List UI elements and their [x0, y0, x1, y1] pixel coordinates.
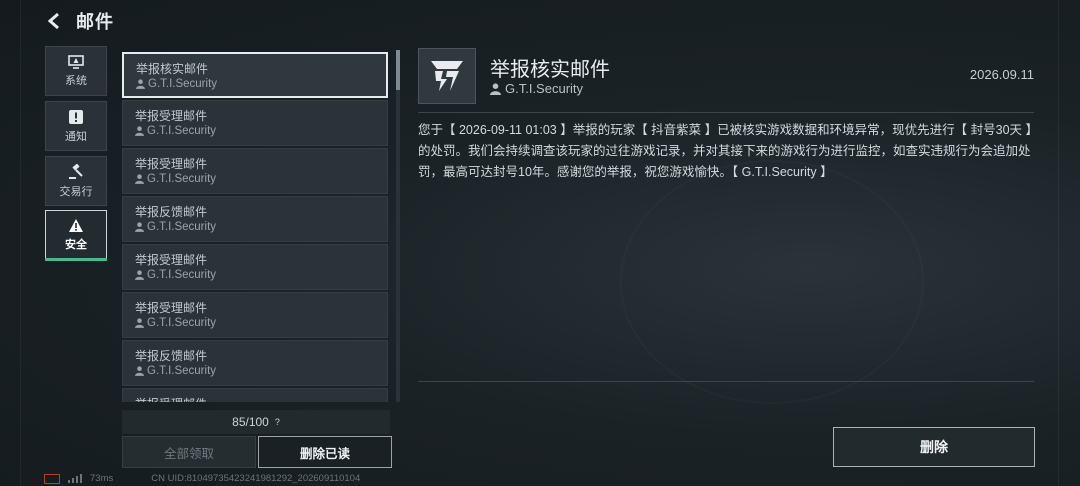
detail-divider: [418, 381, 1034, 382]
user-icon: [136, 79, 145, 89]
mail-sender: G.T.I.Security: [136, 78, 217, 90]
mail-list[interactable]: 举报核实邮件 G.T.I.Security 举报受理邮件 G.T.I.Security…: [122, 50, 390, 402]
mail-sender-name: G.T.I.Security: [147, 221, 217, 233]
mail-sender: G.T.I.Security: [135, 221, 216, 233]
mail-sender-name: G.T.I.Security: [147, 365, 217, 377]
mail-sender-name: G.T.I.Security: [147, 269, 217, 281]
delete-mail-button[interactable]: 删除: [833, 427, 1035, 467]
category-security[interactable]: 安全: [45, 210, 107, 260]
mail-list-item[interactable]: 举报受理邮件 G.T.I.Security: [122, 100, 388, 146]
mail-body: 您于【 2026-09-11 01:03 】举报的玩家【 抖音紫菜 】已被核实游…: [418, 123, 1032, 179]
user-icon: [135, 174, 144, 184]
mail-sender: G.T.I.Security: [135, 125, 216, 137]
user-icon: [135, 270, 144, 280]
mail-subject: 举报受理邮件: [135, 301, 208, 315]
mailbox-count: 85/100: [232, 415, 269, 429]
security-logo-icon: [431, 61, 463, 91]
back-arrow-icon[interactable]: [44, 10, 66, 32]
mail-sender: G.T.I.Security: [135, 317, 216, 329]
mail-list-item[interactable]: 举报受理邮件 G.T.I.Security: [122, 244, 388, 290]
warning-icon: [69, 219, 83, 232]
sender-name: G.T.I.Security: [505, 81, 584, 96]
mail-list-item[interactable]: 举报受理邮件 G.T.I.Security: [122, 148, 388, 194]
mail-sender: G.T.I.Security: [135, 269, 216, 281]
mail-sender-name: G.T.I.Security: [147, 173, 217, 185]
category-trade[interactable]: 交易行: [45, 156, 107, 206]
mail-list-item[interactable]: 举报受理邮件G.T.I.Security: [122, 388, 388, 402]
gavel-icon: [69, 163, 83, 179]
category-label: 安全: [65, 239, 87, 251]
status-footer: 73ms CN UID:810497354232419812​92_202609…: [44, 473, 360, 484]
ping-text: 73ms: [90, 473, 114, 484]
collect-all-button[interactable]: 全部领取: [122, 436, 256, 468]
monitor-icon: [68, 54, 84, 69]
user-icon: [490, 82, 501, 95]
sender-logo: [418, 48, 476, 104]
alert-box-icon: [69, 109, 83, 124]
page-header: 邮件: [44, 8, 114, 34]
category-label: 系统: [65, 74, 87, 87]
mail-list-item[interactable]: 举报反馈邮件 G.T.I.Security: [122, 340, 388, 386]
user-icon: [135, 222, 144, 232]
signal-icon: [68, 474, 82, 483]
mail-sender: G.T.I.Security: [135, 365, 216, 377]
uid-text: CN UID:810497354232419812​92_20260911010…: [151, 473, 361, 484]
mail-sender-name: G.T.I.Security: [147, 125, 217, 137]
battery-icon: [44, 473, 60, 484]
mail-date: 2026.09.11: [969, 67, 1034, 82]
active-category-indicator: [45, 258, 107, 261]
mail-subject: 举报受理邮件: [135, 253, 208, 267]
mail-subject: 举报反馈邮件: [135, 349, 208, 363]
mail-list-item[interactable]: 举报反馈邮件 G.T.I.Security: [122, 196, 388, 242]
category-notice[interactable]: 通知: [45, 101, 107, 151]
mail-list-scroll-thumb[interactable]: [396, 50, 400, 90]
mail-sender-name: G.T.I.Security: [147, 317, 217, 329]
mail-detail-title: 举报核实邮件: [490, 59, 610, 81]
delete-read-button[interactable]: 删除已读: [258, 436, 392, 468]
mail-subject: 举报核实邮件: [136, 62, 209, 76]
background-emblem: [620, 160, 924, 404]
mail-subject: 举报受理邮件: [135, 157, 208, 171]
mail-subject: 举报受理邮件: [135, 395, 207, 402]
background-grid-line: [20, 0, 21, 486]
category-label: 通知: [65, 130, 87, 143]
user-icon: [135, 318, 144, 328]
user-icon: [135, 126, 144, 136]
mail-sender-name: G.T.I.Security: [148, 78, 218, 90]
category-label: 交易行: [59, 185, 93, 198]
category-system[interactable]: 系统: [45, 46, 107, 96]
mail-detail-sender: G.T.I.Security: [490, 81, 583, 96]
mail-sender: G.T.I.Security: [135, 173, 216, 185]
background-grid-line: [1058, 0, 1059, 486]
help-icon[interactable]: ?: [275, 417, 280, 427]
mail-list-scrollbar[interactable]: [396, 50, 400, 402]
mail-list-item[interactable]: 举报受理邮件 G.T.I.Security: [122, 292, 388, 338]
mail-list-item[interactable]: 举报核实邮件 G.T.I.Security: [122, 52, 388, 98]
user-icon: [135, 366, 144, 376]
detail-divider: [418, 112, 1034, 113]
mail-subject: 举报受理邮件: [135, 109, 208, 123]
mail-subject: 举报反馈邮件: [135, 205, 208, 219]
page-title: 邮件: [76, 12, 114, 32]
mailbox-count-bar: 85/100 ?: [122, 410, 390, 434]
